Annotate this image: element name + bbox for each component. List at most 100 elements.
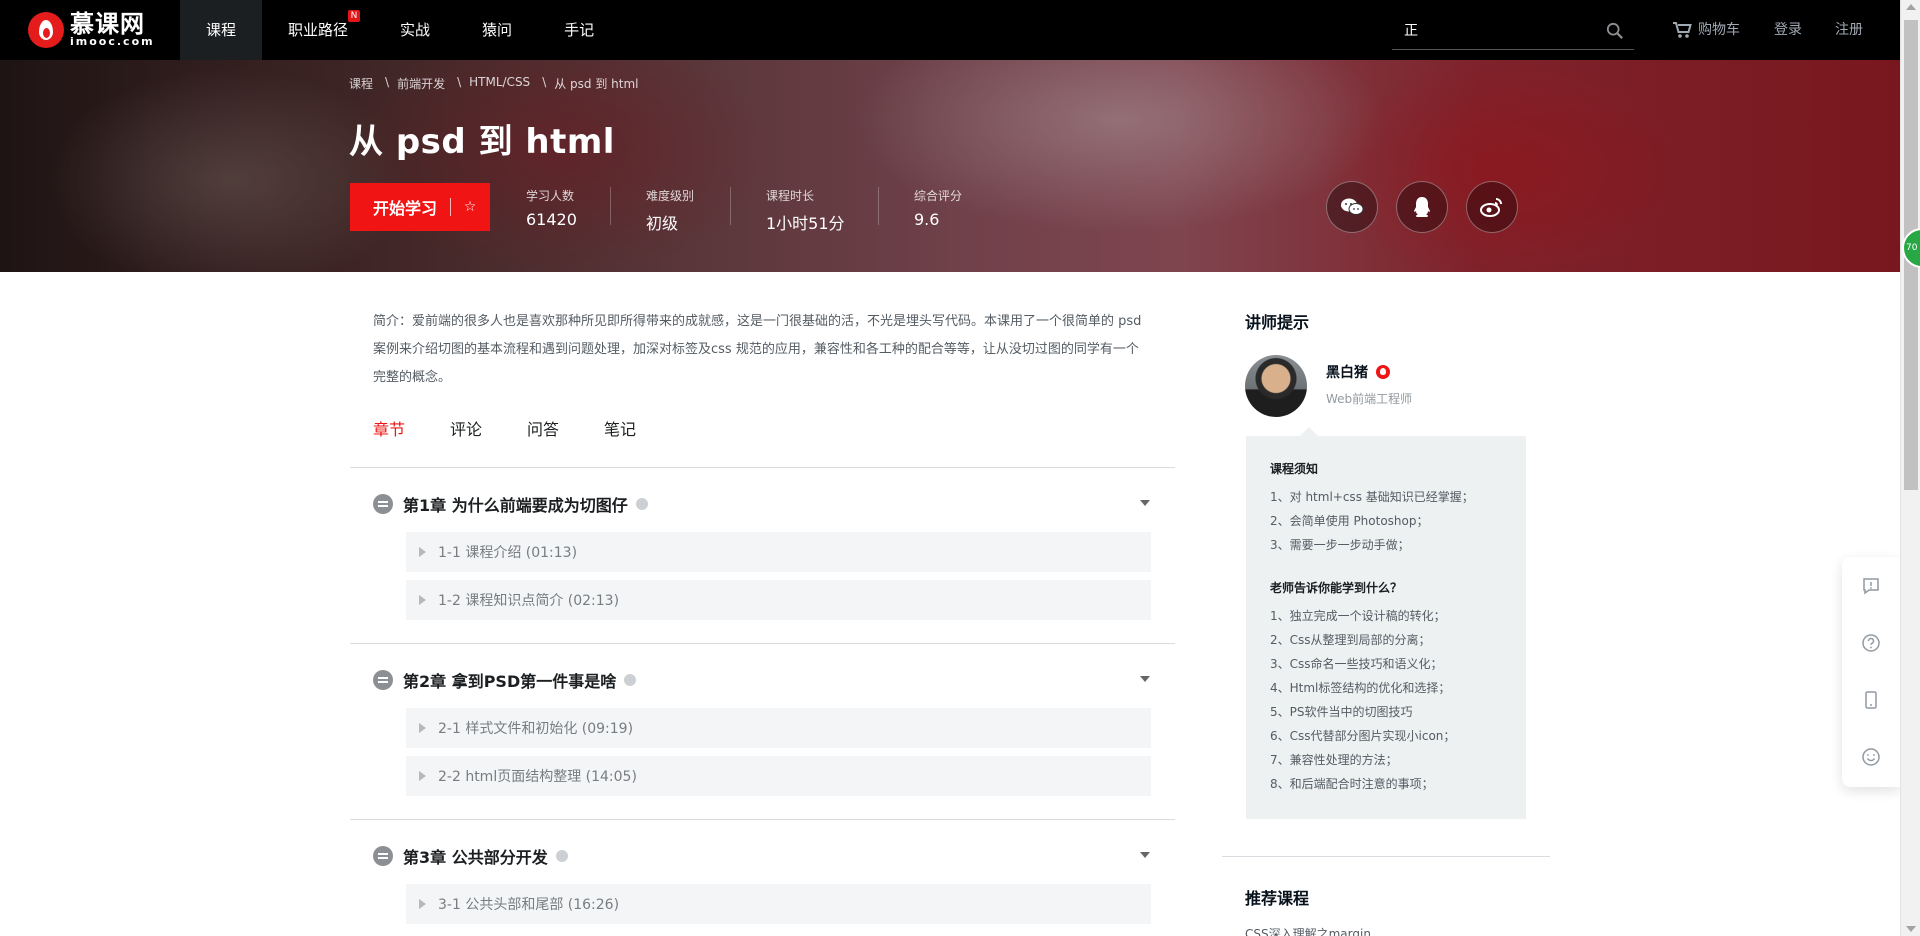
nav-item-notes[interactable]: 手记 — [538, 0, 620, 60]
chapter-title: 第2章 拿到PSD第一件事是啥 — [403, 672, 617, 691]
floating-toolbar — [1842, 557, 1900, 787]
lesson-item[interactable]: 2-2 html页面结构整理 (14:05) — [406, 756, 1151, 796]
mobile-app-button[interactable] — [1842, 671, 1900, 728]
qq-icon — [1414, 197, 1430, 217]
logo-text: 慕课网 — [70, 10, 145, 38]
breadcrumb-item-courses[interactable]: 课程 — [349, 75, 373, 92]
chapter-title: 第3章 公共部分开发 — [403, 848, 548, 867]
feedback-button[interactable] — [1842, 557, 1900, 614]
customer-service-button[interactable] — [1842, 728, 1900, 785]
chapter: 第1章 为什么前端要成为切图仔 1-1 课程介绍 (01:13) 1-2 课程知… — [350, 467, 1175, 643]
notice-item: 2、会简单使用 Photoshop； — [1270, 514, 1429, 528]
course-tabs: 章节 评论 问答 笔记 — [373, 416, 681, 440]
chapter-icon — [373, 494, 393, 514]
course-intro: 简介：爱前端的很多人也是喜欢那种所见即所得带来的成就感，这是一门很基础的活，不光… — [373, 314, 1142, 385]
flame-badge-icon — [1376, 365, 1390, 379]
help-icon — [1862, 633, 1880, 652]
tab-chapters[interactable]: 章节 — [373, 416, 405, 440]
tab-notes[interactable]: 笔记 — [604, 416, 636, 440]
nav-item-career-path[interactable]: 职业路径 N — [262, 0, 374, 60]
learn-item: 2、Css从整理到局部的分离； — [1270, 633, 1431, 647]
nav-item-practice[interactable]: 实战 — [374, 0, 456, 60]
stat-duration: 课程时长 1小时51分 — [766, 189, 845, 233]
teacher-job: Web前端工程师 — [1326, 392, 1413, 406]
main-nav: 课程 职业路径 N 实战 猿问 手记 — [180, 0, 620, 60]
breadcrumb-separator: \ — [457, 75, 462, 89]
play-icon — [419, 723, 426, 733]
lesson-item[interactable]: 1-2 课程知识点简介 (02:13) — [406, 580, 1151, 620]
mobile-icon — [1865, 690, 1877, 709]
notice-item: 3、需要一步一步动手做； — [1270, 538, 1410, 552]
learn-item: 3、Css命名一些技巧和语义化； — [1270, 657, 1443, 671]
notice-title: 课程须知 — [1270, 462, 1319, 476]
breadcrumb-item-current: 从 psd 到 html — [554, 77, 639, 91]
breadcrumb-item-htmlcss[interactable]: HTML/CSS — [469, 75, 530, 92]
tab-comments[interactable]: 评论 — [450, 416, 482, 440]
play-icon — [419, 771, 426, 781]
avatar[interactable] — [1245, 355, 1307, 417]
recommend-item[interactable]: CSS深入理解之margin — [1245, 925, 1371, 936]
share-wechat-button[interactable] — [1326, 181, 1378, 233]
learn-item: 6、Css代替部分图片实现小icon； — [1270, 729, 1456, 743]
lesson-item[interactable]: 2-1 样式文件和初始化 (09:19) — [406, 708, 1151, 748]
stat-difficulty: 难度级别 初级 — [646, 189, 695, 233]
chapter: 第2章 拿到PSD第一件事是啥 2-1 样式文件和初始化 (09:19) 2-2… — [350, 643, 1175, 819]
chevron-down-icon[interactable] — [1140, 852, 1150, 858]
recommend-title: 推荐课程 — [1245, 889, 1310, 908]
page-scrollbar[interactable] — [1900, 0, 1920, 936]
top-nav: 慕课网 imooc.com 课程 职业路径 N 实战 猿问 手记 购物车 登录 … — [0, 0, 1900, 60]
chapter: 第3章 公共部分开发 3-1 公共头部和尾部 (16:26) — [350, 819, 1175, 936]
search-icon[interactable] — [1606, 22, 1624, 40]
share-qq-button[interactable] — [1396, 181, 1448, 233]
teacher-tips-title: 讲师提示 — [1245, 313, 1310, 332]
start-learning-label: 开始学习 — [373, 199, 438, 218]
stat-learners: 学习人数 61420 — [526, 189, 577, 229]
learn-item: 8、和后端配合时注意的事项； — [1270, 777, 1434, 791]
learn-item: 5、PS软件当中的切图技巧 — [1270, 705, 1413, 719]
lesson-item[interactable]: 1-1 课程介绍 (01:13) — [406, 532, 1151, 572]
info-icon[interactable] — [635, 498, 648, 510]
breadcrumb-item-frontend[interactable]: 前端开发 — [397, 75, 445, 92]
chevron-down-icon[interactable] — [1140, 500, 1150, 506]
play-icon — [419, 899, 426, 909]
breadcrumb-separator: \ — [385, 75, 390, 89]
chapter-header[interactable]: 第1章 为什么前端要成为切图仔 — [373, 492, 648, 516]
shopping-cart-icon — [1673, 22, 1692, 38]
scroll-up-arrow[interactable] — [1906, 4, 1916, 10]
notice-item: 1、对 html+css 基础知识已经掌握； — [1270, 490, 1474, 504]
chapter-icon — [373, 846, 393, 866]
cart-link[interactable]: 购物车 — [1672, 0, 1740, 60]
nav-item-qa[interactable]: 猿问 — [456, 0, 538, 60]
chapter-header[interactable]: 第2章 拿到PSD第一件事是啥 — [373, 668, 637, 692]
learn-item: 7、兼容性处理的方法； — [1270, 753, 1398, 767]
star-icon[interactable]: ☆ — [451, 199, 489, 215]
help-button[interactable] — [1842, 614, 1900, 671]
search-box — [1392, 12, 1634, 50]
search-input[interactable] — [1392, 12, 1592, 48]
nav-item-courses[interactable]: 课程 — [180, 0, 263, 60]
logo[interactable]: 慕课网 imooc.com — [28, 10, 155, 50]
lesson-item[interactable]: 3-1 公共头部和尾部 (16:26) — [406, 884, 1151, 924]
flame-logo-icon — [28, 12, 64, 48]
chevron-down-icon[interactable] — [1140, 676, 1150, 682]
learn-item: 1、独立完成一个设计稿的转化； — [1270, 609, 1446, 623]
register-link[interactable]: 注册 — [1835, 0, 1863, 60]
login-link[interactable]: 登录 — [1774, 0, 1802, 60]
play-icon — [419, 547, 426, 557]
new-badge: N — [348, 10, 361, 22]
play-icon — [419, 595, 426, 605]
course-banner: 课程 \ 前端开发 \ HTML/CSS \ 从 psd 到 html 从 ps… — [0, 60, 1900, 272]
learn-item: 4、Html标签结构的优化和选择； — [1270, 681, 1451, 695]
feedback-icon — [1863, 577, 1879, 594]
chapter-title: 第1章 为什么前端要成为切图仔 — [403, 496, 628, 515]
teacher-name[interactable]: 黑白猪 — [1326, 362, 1390, 382]
chapter-header[interactable]: 第3章 公共部分开发 — [373, 844, 568, 868]
info-icon[interactable] — [555, 850, 568, 862]
share-weibo-button[interactable] — [1466, 181, 1518, 233]
scroll-down-arrow[interactable] — [1906, 926, 1916, 932]
info-icon[interactable] — [624, 674, 637, 686]
start-learning-button[interactable]: 开始学习 ☆ — [350, 183, 490, 231]
tab-qa[interactable]: 问答 — [527, 416, 559, 440]
course-title: 从 psd 到 html — [349, 122, 615, 162]
stat-rating: 综合评分 9.6 — [914, 189, 963, 229]
